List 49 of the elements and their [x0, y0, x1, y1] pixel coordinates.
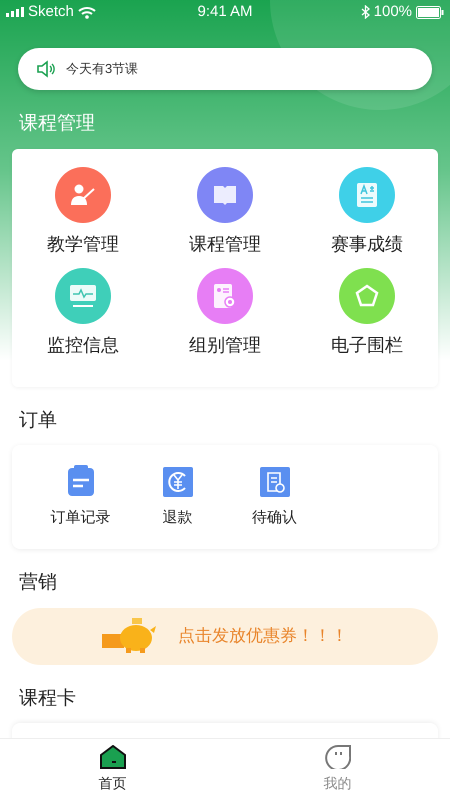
order-item[interactable]: 退款 — [129, 464, 226, 530]
order-item[interactable]: 待确认 — [226, 464, 323, 530]
bluetooth-icon — [360, 5, 370, 19]
battery-text: 100% — [374, 2, 412, 22]
signal-icon — [6, 7, 24, 17]
document-clock-icon — [260, 466, 290, 497]
section-title: 营销 — [19, 571, 58, 595]
group-card-icon — [213, 282, 237, 308]
tab-label: 我的 — [324, 774, 352, 793]
order-label: 订单记录 — [50, 508, 110, 528]
order-label: 退款 — [162, 508, 192, 528]
tile-label: 监控信息 — [47, 334, 119, 356]
coupon-text: 点击发放优惠券！！！ — [178, 625, 348, 648]
tile-label: 电子围栏 — [331, 334, 403, 356]
tile-label: 赛事成绩 — [331, 232, 403, 256]
clock-text: 9:41 AM — [197, 2, 253, 22]
course-tile[interactable]: 赛事成绩 — [296, 166, 438, 268]
tab-label: 首页 — [98, 774, 126, 793]
notice-text: 今天有3节课 — [66, 60, 138, 78]
face-bubble-icon — [324, 745, 350, 769]
notice-bar[interactable]: 今天有3节课 — [18, 48, 432, 90]
tab-item[interactable]: 我的 — [225, 739, 450, 800]
section-title: 订单 — [19, 408, 58, 432]
tile-label: 教学管理 — [47, 232, 119, 256]
order-item[interactable]: 订单记录 — [32, 464, 129, 530]
clipboard-icon — [66, 464, 94, 497]
book-icon — [212, 184, 238, 206]
section-title: 课程管理 — [19, 112, 96, 136]
wifi-icon — [78, 6, 96, 18]
grade-sheet-icon — [356, 182, 378, 208]
order-label: 待确认 — [252, 508, 297, 528]
course-tile[interactable]: 监控信息 — [12, 268, 154, 368]
teacher-icon — [70, 182, 96, 206]
course-tile[interactable]: 组别管理 — [154, 268, 296, 368]
monitor-icon — [69, 284, 97, 308]
course-tile[interactable]: 教学管理 — [12, 166, 154, 268]
home-icon — [100, 745, 126, 769]
course-tile[interactable]: 课程管理 — [154, 166, 296, 268]
pentagon-icon — [355, 284, 379, 308]
section-title: 课程卡 — [19, 686, 77, 710]
battery-icon — [416, 6, 444, 18]
carrier-text: Sketch — [28, 2, 74, 22]
yuan-refund-icon — [162, 466, 192, 497]
tile-label: 组别管理 — [189, 334, 261, 356]
tab-item[interactable]: 首页 — [0, 739, 225, 800]
tile-label: 课程管理 — [189, 232, 261, 256]
speaker-icon — [36, 60, 56, 78]
course-tile[interactable]: 电子围栏 — [296, 268, 438, 368]
piggy-bank-coupon-icon — [102, 618, 158, 654]
